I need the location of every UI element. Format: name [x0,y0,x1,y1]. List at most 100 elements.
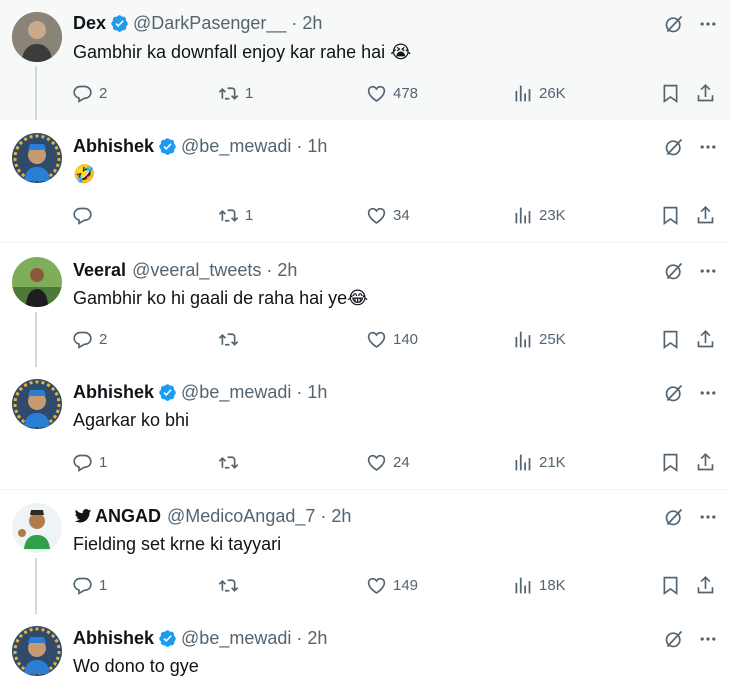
more-icon[interactable] [696,507,720,527]
reply-button[interactable]: 1 [72,572,107,598]
reply-button[interactable] [72,202,99,228]
reply-button[interactable]: 2 [72,80,107,106]
tweet-text: Fielding set krne ki tayyari [73,534,282,554]
tweet[interactable]: Dex @DarkPasenger__ · 2h Gambhir ka down… [0,0,730,120]
bookmark-button[interactable] [660,326,681,352]
separator-dot: · [296,135,303,156]
rolling-laughing-emoji: 🤣 [73,164,96,184]
reply-count: 2 [99,84,108,102]
retweet-icon [218,83,239,104]
thread-line [35,66,37,120]
more-icon[interactable] [696,14,720,34]
handle[interactable]: @DarkPasenger__ [133,13,286,34]
like-count: 140 [393,330,419,348]
share-button[interactable] [695,80,716,106]
avatar[interactable] [12,626,62,676]
display-name[interactable]: Abhishek [73,382,154,403]
more-icon[interactable] [696,383,720,403]
views-button[interactable]: 21K [512,449,566,475]
timestamp[interactable]: 2h [302,13,322,34]
bookmark-button[interactable] [660,202,681,228]
like-button[interactable]: 149 [366,572,418,598]
grok-icon[interactable] [664,14,684,34]
handle[interactable]: @be_mewadi [181,628,291,649]
handle[interactable]: @be_mewadi [181,382,291,403]
timestamp[interactable]: 1h [307,136,327,157]
like-button[interactable]: 140 [366,326,418,352]
tweet-text: 🤣 [73,164,95,185]
share-button[interactable] [695,572,716,598]
retweet-button[interactable]: 1 [218,202,253,228]
grok-icon[interactable] [664,261,684,281]
avatar[interactable] [12,133,62,183]
display-name[interactable]: ANGAD [95,506,161,527]
timestamp[interactable]: 2h [307,628,327,649]
handle[interactable]: @veeral_tweets [132,260,261,281]
bookmark-icon [660,452,681,473]
like-button[interactable]: 34 [366,202,410,228]
display-name[interactable]: Dex [73,13,106,34]
retweet-button[interactable] [218,449,245,475]
bookmark-button[interactable] [660,449,681,475]
reply-count: 2 [99,330,108,348]
views-button[interactable]: 18K [512,572,566,598]
share-button[interactable] [695,326,716,352]
retweet-button[interactable]: 1 [218,80,253,106]
action-bar: 1 34 23K [72,202,720,228]
more-icon[interactable] [696,261,720,281]
timestamp[interactable]: 2h [277,260,297,281]
handle[interactable]: @be_mewadi [181,136,291,157]
avatar[interactable] [12,257,62,307]
timestamp[interactable]: 1h [307,382,327,403]
tweet[interactable]: Abhishek @be_mewadi · 1h Agarkar ko bhi … [0,367,730,490]
heart-icon [366,329,387,350]
share-icon [695,83,716,104]
retweet-icon [218,452,239,473]
views-button[interactable]: 23K [512,202,566,228]
tweet-text-content: Gambhir ko hi gaali de raha hai ye [73,288,348,308]
retweet-icon [218,205,239,226]
views-icon [512,329,533,350]
retweet-button[interactable] [218,572,245,598]
reply-count: 1 [99,453,108,471]
avatar[interactable] [12,379,62,429]
reply-button[interactable]: 1 [72,449,107,475]
avatar[interactable] [12,503,62,553]
reply-button[interactable]: 2 [72,326,107,352]
display-name[interactable]: Abhishek [73,136,154,157]
separator-dot: · [296,381,303,402]
reply-icon [72,205,93,226]
heart-icon [366,83,387,104]
timestamp[interactable]: 2h [331,506,351,527]
more-icon[interactable] [696,137,720,157]
grok-icon[interactable] [664,383,684,403]
action-bar: 1 24 21K [72,449,720,475]
bookmark-button[interactable] [660,572,681,598]
like-button[interactable]: 24 [366,449,410,475]
retweet-button[interactable] [218,326,245,352]
tweet[interactable]: Abhishek @be_mewadi · 1h 🤣 1 34 23K [0,120,730,243]
grok-icon[interactable] [664,137,684,157]
more-icon[interactable] [696,629,720,649]
action-bar: 2 1 478 26K [72,80,720,106]
grok-icon[interactable] [664,507,684,527]
display-name[interactable]: Abhishek [73,628,154,649]
avatar[interactable] [12,12,62,62]
share-button[interactable] [695,449,716,475]
share-icon [695,329,716,350]
share-button[interactable] [695,202,716,228]
tweet[interactable]: Veeral @veeral_tweets · 2h Gambhir ko hi… [0,243,730,367]
views-button[interactable]: 26K [512,80,566,106]
grok-icon[interactable] [664,629,684,649]
handle[interactable]: @MedicoAngad_7 [167,506,315,527]
bookmark-icon [660,329,681,350]
separator-dot: · [291,12,298,33]
bookmark-button[interactable] [660,80,681,106]
tweet[interactable]: ANGAD @MedicoAngad_7 · 2h Fielding set k… [0,490,730,614]
like-button[interactable]: 478 [366,80,418,106]
display-name[interactable]: Veeral [73,260,126,281]
view-count: 23K [539,206,566,224]
reply-count: 1 [99,576,108,594]
views-button[interactable]: 25K [512,326,566,352]
tweet[interactable]: Abhishek @be_mewadi · 2h Wo dono to gye [0,614,730,677]
